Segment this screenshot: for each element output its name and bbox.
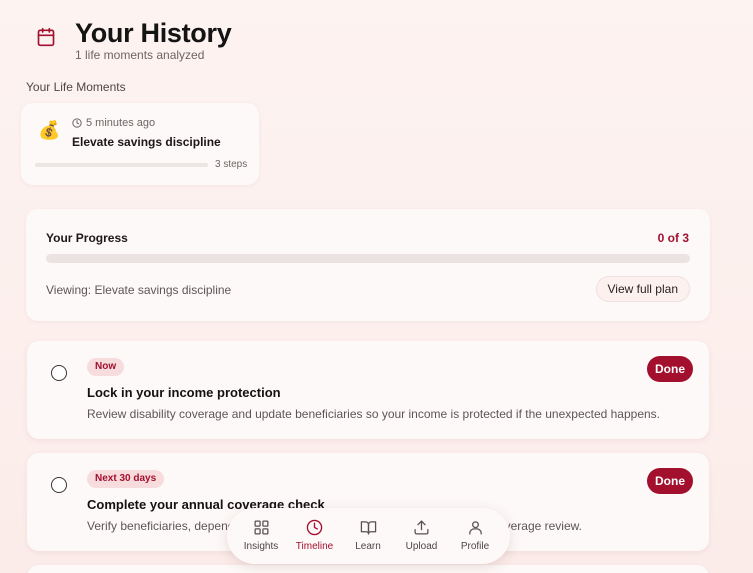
moment-progress-bar bbox=[35, 163, 208, 167]
nav-label: Profile bbox=[460, 541, 490, 552]
bottom-navigation: Insights Timeline Learn Upload Profile bbox=[227, 508, 510, 564]
done-button[interactable]: Done bbox=[647, 468, 693, 494]
nav-item-timeline[interactable]: Timeline bbox=[295, 508, 334, 564]
task-timing-badge: Now bbox=[87, 358, 125, 376]
task-checkbox[interactable] bbox=[51, 365, 67, 381]
page-subtitle: 1 life moments analyzed bbox=[75, 48, 205, 62]
page-header: Your History 1 life moments analyzed bbox=[36, 18, 232, 62]
viewing-text: Viewing: Elevate savings discipline bbox=[46, 283, 232, 297]
progress-bar bbox=[46, 254, 690, 263]
nav-item-upload[interactable]: Upload bbox=[404, 508, 440, 564]
nav-item-profile[interactable]: Profile bbox=[457, 508, 493, 564]
task-card bbox=[27, 565, 709, 573]
nav-label: Upload bbox=[405, 541, 438, 552]
task-card: Now Lock in your income protection Revie… bbox=[27, 341, 709, 439]
nav-item-insights[interactable]: Insights bbox=[243, 508, 279, 564]
book-icon bbox=[360, 521, 376, 535]
page-title: Your History bbox=[75, 18, 232, 48]
view-full-plan-button[interactable]: View full plan bbox=[595, 276, 690, 302]
life-moments-heading: Your Life Moments bbox=[26, 80, 126, 94]
progress-count: 0 of 3 bbox=[657, 231, 689, 245]
task-timing-badge: Next 30 days bbox=[87, 470, 165, 488]
progress-label: Your Progress bbox=[46, 231, 128, 245]
money-bag-icon: 💰 bbox=[38, 120, 61, 140]
task-description: Review disability coverage and update be… bbox=[87, 407, 661, 421]
upload-icon bbox=[414, 520, 429, 535]
nav-label: Learn bbox=[355, 541, 381, 552]
moment-timestamp: 5 minutes ago bbox=[72, 117, 155, 129]
calendar-icon bbox=[37, 27, 55, 47]
nav-label: Insights bbox=[243, 541, 279, 552]
clock-icon bbox=[306, 519, 323, 536]
done-button[interactable]: Done bbox=[647, 356, 693, 382]
moment-title: Elevate savings discipline bbox=[72, 135, 221, 149]
task-checkbox[interactable] bbox=[51, 477, 67, 493]
nav-item-learn[interactable]: Learn bbox=[350, 508, 386, 564]
task-title: Lock in your income protection bbox=[87, 385, 281, 400]
moment-steps: 3 steps bbox=[215, 159, 248, 170]
moment-time-text: 5 minutes ago bbox=[86, 117, 156, 129]
progress-card: Your Progress 0 of 3 Viewing: Elevate sa… bbox=[26, 209, 710, 321]
user-icon bbox=[468, 521, 482, 535]
clock-icon bbox=[72, 118, 82, 128]
grid-icon bbox=[253, 520, 269, 535]
life-moment-card[interactable]: 💰 5 minutes ago Elevate savings discipli… bbox=[21, 103, 259, 185]
nav-label: Timeline bbox=[295, 541, 334, 552]
